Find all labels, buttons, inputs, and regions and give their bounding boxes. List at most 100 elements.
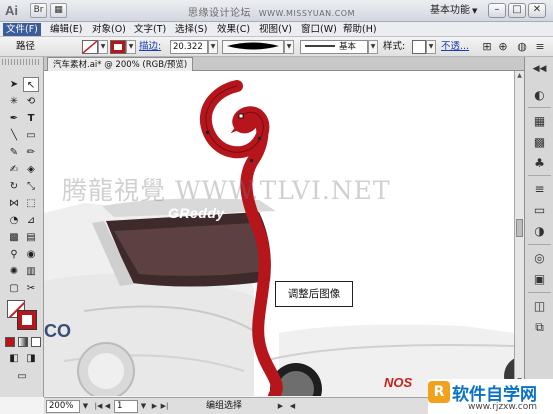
zoom-dropdown-icon[interactable]: ▼ xyxy=(81,401,90,412)
anchor-point-3[interactable] xyxy=(258,137,261,140)
draw-behind-icon[interactable]: ◨ xyxy=(23,351,39,366)
eyedropper-tool-icon[interactable]: ⚲ xyxy=(6,247,22,262)
collapse-dock-icon[interactable]: ◀◀ xyxy=(530,61,549,78)
appearance-panel-icon[interactable]: ◎ xyxy=(530,250,549,267)
selection-tool-icon[interactable]: ➤ xyxy=(6,77,22,92)
symbol-sprayer-tool-icon[interactable]: ✺ xyxy=(6,264,22,279)
first-artboard-icon[interactable]: |◀ xyxy=(94,401,103,412)
fill-dropdown[interactable]: ▼ xyxy=(98,40,108,54)
artboard-number-field[interactable]: 1 xyxy=(114,400,138,413)
stroke-weight-dropdown[interactable]: ▼ xyxy=(208,40,218,54)
free-transform-tool-icon[interactable]: ⬚ xyxy=(23,196,39,211)
transparency-panel-icon[interactable]: ◑ xyxy=(530,223,549,240)
rotate-tool-icon[interactable]: ↻ xyxy=(6,179,22,194)
artboards-panel-icon[interactable]: ⧉ xyxy=(530,319,549,336)
eraser-tool-icon[interactable]: ◈ xyxy=(23,162,39,177)
column-graph-tool-icon[interactable]: ▥ xyxy=(23,264,39,279)
mesh-tool-icon[interactable]: ▩ xyxy=(6,230,22,245)
blob-brush-tool-icon[interactable]: ✍ xyxy=(6,162,22,177)
scroll-up-icon[interactable]: ▲ xyxy=(515,71,524,81)
scale-tool-icon[interactable]: ⤡ xyxy=(23,179,39,194)
rectangle-tool-icon[interactable]: ▭ xyxy=(23,128,39,143)
zoom-field[interactable]: 200% xyxy=(46,400,80,413)
screen-mode-icon[interactable]: ▭ xyxy=(14,369,30,384)
transform-icon[interactable]: ⊕ xyxy=(496,40,510,54)
menu-window[interactable]: 窗口(W) xyxy=(298,23,340,36)
graphic-styles-icon[interactable]: ▣ xyxy=(530,271,549,288)
fill-stroke-widget[interactable] xyxy=(7,300,39,330)
previous-artboard-icon[interactable]: ◀ xyxy=(103,401,112,412)
bridge-button[interactable]: Br xyxy=(30,3,47,18)
variable-width-profile[interactable] xyxy=(222,40,284,54)
gradient-tool-icon[interactable]: ▤ xyxy=(23,230,39,245)
artboard-tool-icon[interactable]: ▢ xyxy=(6,281,22,296)
perspective-grid-tool-icon[interactable]: ⊿ xyxy=(23,213,39,228)
vertical-scrollbar[interactable]: ▲ ▼ xyxy=(514,71,524,396)
artboard-dropdown-icon[interactable]: ▼ xyxy=(139,401,148,412)
panel-menu-icon[interactable]: ≡ xyxy=(533,40,547,54)
width-tool-icon[interactable]: ⋈ xyxy=(6,196,22,211)
profile-dropdown[interactable]: ▼ xyxy=(284,40,294,54)
slice-tool-icon[interactable]: ✂ xyxy=(23,281,39,296)
last-artboard-icon[interactable]: ▶| xyxy=(160,401,169,412)
menu-effect[interactable]: 效果(C) xyxy=(214,23,253,36)
menu-select[interactable]: 选择(S) xyxy=(172,23,210,36)
maximize-button[interactable]: □ xyxy=(508,3,526,18)
pencil-tool-icon[interactable]: ✏ xyxy=(23,145,39,160)
menu-view[interactable]: 视图(V) xyxy=(256,23,295,36)
brush-definition-field[interactable]: 基本 xyxy=(300,40,368,54)
stroke-swatch[interactable] xyxy=(17,310,37,330)
symbols-icon[interactable]: ♣ xyxy=(530,155,549,172)
draw-normal-icon[interactable]: ◧ xyxy=(6,351,22,366)
stroke-dropdown[interactable]: ▼ xyxy=(126,40,136,54)
gradient-mode-button[interactable] xyxy=(18,337,28,347)
next-artboard-icon[interactable]: ▶ xyxy=(150,401,159,412)
lasso-tool-icon[interactable]: ⟲ xyxy=(23,94,39,109)
document-tab[interactable]: 汽车素材.ai* @ 200% (RGB/预览) xyxy=(47,57,194,71)
type-tool-icon[interactable]: T xyxy=(23,111,39,126)
color-panel-icon[interactable]: ◐ xyxy=(530,87,549,104)
artboard-canvas[interactable]: GReddy CO NOS 腾龍視覺 WWW.TLVI.NET 调整后图像 xyxy=(44,71,514,396)
menu-object[interactable]: 对象(O) xyxy=(89,23,129,36)
recolor-artwork-icon[interactable]: ◍ xyxy=(515,40,529,54)
pen-tool-icon[interactable]: ✒ xyxy=(6,111,22,126)
menu-type[interactable]: 文字(T) xyxy=(131,23,169,36)
none-mode-button[interactable] xyxy=(31,337,41,347)
magic-wand-tool-icon[interactable]: ✳ xyxy=(6,94,22,109)
shape-builder-tool-icon[interactable]: ◔ xyxy=(6,213,22,228)
panel-grip[interactable] xyxy=(2,59,40,65)
brush-dropdown[interactable]: ▼ xyxy=(368,40,378,54)
blend-tool-icon[interactable]: ◉ xyxy=(23,247,39,262)
workspace-switcher[interactable]: 基本功能 ▼ xyxy=(430,3,485,18)
color-guide-icon[interactable]: ▦ xyxy=(530,113,549,130)
paintbrush-tool-icon[interactable]: ✎ xyxy=(6,145,22,160)
layers-panel-icon[interactable]: ◫ xyxy=(530,298,549,315)
graphic-style-swatch[interactable] xyxy=(412,40,426,54)
scroll-thumb[interactable] xyxy=(516,219,523,237)
direct-selection-tool-icon[interactable]: ↖ xyxy=(23,77,39,92)
close-button[interactable]: ✕ xyxy=(528,3,546,18)
isolate-group-icon[interactable]: ⊞ xyxy=(480,40,494,54)
line-tool-icon[interactable]: ╲ xyxy=(6,128,22,143)
fill-color-swatch[interactable] xyxy=(82,40,98,54)
menu-edit[interactable]: 编辑(E) xyxy=(47,23,85,36)
anchor-point-2[interactable] xyxy=(206,131,209,134)
stroke-weight-field[interactable]: 20.322 xyxy=(170,40,208,54)
anchor-point-4[interactable] xyxy=(250,159,253,162)
anchor-point[interactable] xyxy=(238,113,244,119)
menu-file[interactable]: 文件(F) xyxy=(3,23,41,36)
opacity-link[interactable]: 不透... xyxy=(441,40,469,54)
color-mode-button[interactable] xyxy=(5,337,15,347)
stroke-color-swatch[interactable] xyxy=(110,40,126,54)
gradient-panel-icon[interactable]: ▭ xyxy=(530,202,549,219)
graphic-style-dropdown[interactable]: ▼ xyxy=(426,40,436,54)
swatches-icon[interactable]: ▩ xyxy=(530,134,549,151)
stroke-panel-icon[interactable]: ≡ xyxy=(530,181,549,198)
arrange-documents-button[interactable]: ▦ xyxy=(50,3,67,18)
status-menu-icon[interactable]: ▶ xyxy=(276,401,285,412)
minimize-button[interactable]: – xyxy=(488,3,506,18)
scroll-left-icon[interactable]: ◀ xyxy=(288,401,297,412)
stroke-panel-link[interactable]: 描边: xyxy=(139,40,161,54)
menu-help[interactable]: 帮助(H) xyxy=(340,23,380,36)
nos-badge: NOS xyxy=(384,375,413,390)
